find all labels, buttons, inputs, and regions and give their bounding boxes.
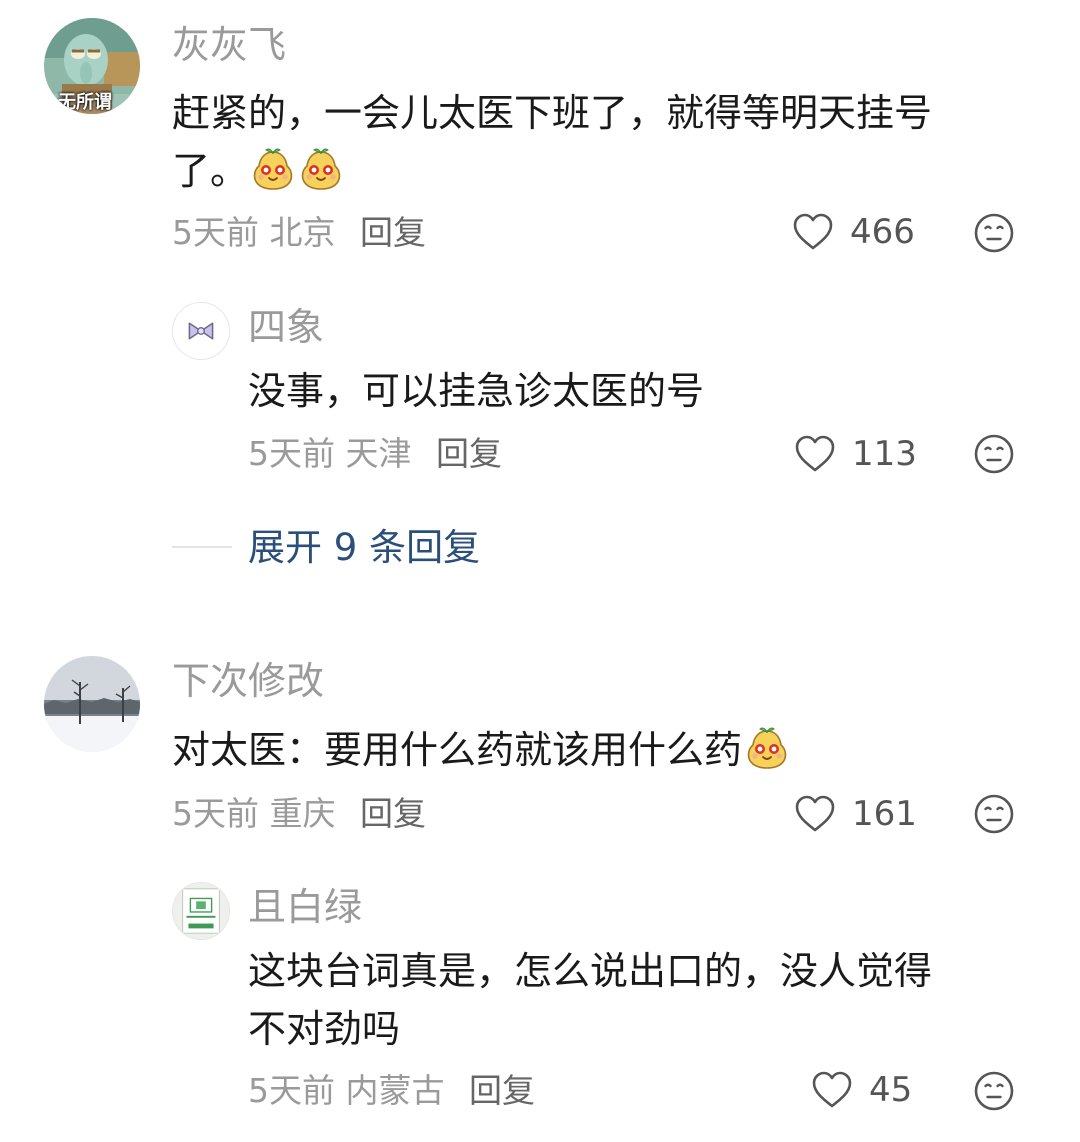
username[interactable]: 灰灰飞 (172, 26, 286, 64)
comment-meta: 5天前 北京 回复 (172, 216, 426, 249)
reply-button[interactable]: 回复 (360, 213, 426, 252)
pear-face-emoji-icon (298, 146, 344, 192)
expand-divider (172, 546, 232, 548)
reply-text-line: 没事，可以挂急诊太医的号 (248, 369, 705, 413)
like-button[interactable]: 45 (811, 1068, 912, 1112)
reply-text-line: 这块台词真是，怎么说出口的，没人觉得 (248, 949, 933, 993)
heart-icon (792, 212, 834, 252)
dislike-face-icon (973, 793, 1015, 835)
like-button[interactable]: 466 (792, 210, 915, 254)
comment-location: 重庆 (269, 794, 336, 833)
dislike-face-icon (973, 212, 1015, 254)
comment-text-line: 对太医：要用什么药就该用什么药 (172, 721, 1032, 779)
reply-location: 天津 (345, 434, 412, 473)
user-avatar[interactable] (172, 302, 230, 360)
dislike-button[interactable] (973, 212, 1015, 254)
dislike-face-icon (973, 1070, 1015, 1112)
like-count: 113 (852, 434, 917, 474)
user-avatar[interactable] (172, 882, 230, 940)
like-button[interactable]: 113 (794, 432, 917, 476)
pear-face-emoji-icon (744, 725, 790, 771)
avatar-caption: 无所谓 (58, 92, 112, 113)
heart-icon (811, 1070, 853, 1110)
user-avatar[interactable] (44, 656, 140, 752)
comment-location: 北京 (269, 213, 336, 252)
bow-avatar-icon (173, 303, 229, 359)
expand-replies[interactable]: 展开 9 条回复 (172, 524, 480, 570)
reply-time: 5天前 (248, 1071, 335, 1110)
dislike-button[interactable] (973, 1070, 1015, 1112)
reply-meta: 5天前 内蒙古 回复 (248, 1074, 535, 1107)
like-count: 466 (850, 212, 915, 252)
reply-meta: 5天前 天津 回复 (248, 437, 502, 470)
comment-text-tail: 了。 (172, 149, 249, 193)
dislike-button[interactable] (973, 793, 1015, 835)
comment-time: 5天前 (172, 213, 259, 252)
comment-text-line: 赶紧的，一会儿太医下班了，就得等明天挂号 (172, 91, 933, 135)
like-count: 45 (869, 1070, 913, 1110)
user-avatar[interactable]: 无所谓 (44, 18, 140, 114)
comment-text-body: 对太医：要用什么药就该用什么药 (172, 728, 743, 772)
sign-photo-avatar-icon (173, 883, 229, 939)
comment-text: 赶紧的，一会儿太医下班了，就得等明天挂号 了。 (172, 84, 1032, 200)
comment-time: 5天前 (172, 794, 259, 833)
reply-text: 这块台词真是，怎么说出口的，没人觉得 不对劲吗 (248, 942, 1038, 1058)
comment-text-line: 了。 (172, 142, 1032, 200)
comment-meta: 5天前 重庆 回复 (172, 797, 426, 830)
username[interactable]: 下次修改 (172, 662, 324, 700)
reply-time: 5天前 (248, 434, 335, 473)
dislike-face-icon (973, 433, 1015, 475)
reply-button[interactable]: 回复 (469, 1071, 535, 1110)
reply-text-line: 不对劲吗 (248, 1007, 401, 1051)
snow-landscape-avatar-icon (44, 656, 140, 752)
reply-button[interactable]: 回复 (436, 434, 502, 473)
username[interactable]: 四象 (248, 308, 324, 346)
heart-icon (794, 794, 836, 834)
pear-face-emoji-icon (250, 146, 296, 192)
comment-text: 对太医：要用什么药就该用什么药 (172, 721, 1032, 779)
like-button[interactable]: 161 (794, 792, 917, 836)
like-count: 161 (852, 794, 917, 834)
expand-replies-label[interactable]: 展开 9 条回复 (248, 529, 480, 566)
reply-button[interactable]: 回复 (360, 794, 426, 833)
dislike-button[interactable] (973, 433, 1015, 475)
username[interactable]: 且白绿 (248, 888, 362, 926)
reply-location: 内蒙古 (345, 1071, 445, 1110)
reply-text: 没事，可以挂急诊太医的号 (248, 362, 1028, 420)
heart-icon (794, 434, 836, 474)
